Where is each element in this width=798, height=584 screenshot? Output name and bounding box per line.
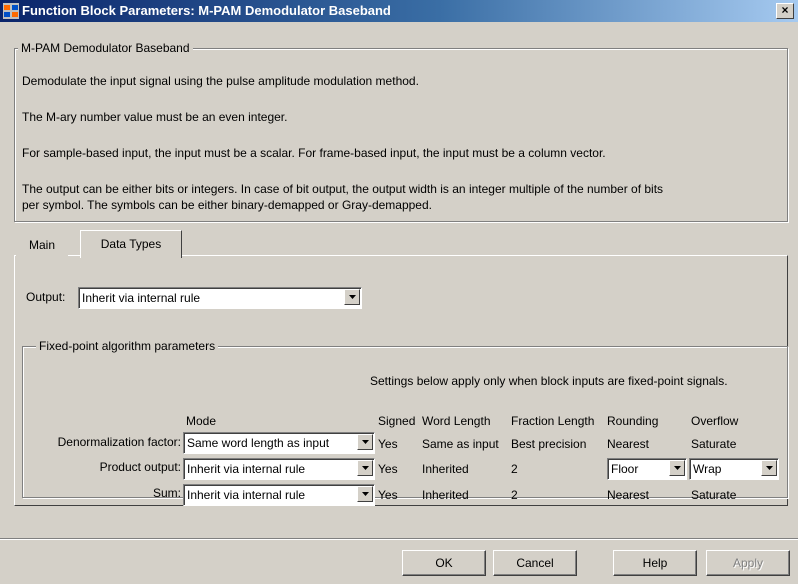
header-overflow: Overflow [691, 414, 739, 428]
header-fraction-length: Fraction Length [511, 414, 595, 428]
title-bar: Function Block Parameters: M-PAM Demodul… [0, 0, 798, 22]
description-line-4a: The output can be either bits or integer… [22, 182, 664, 196]
cancel-button-label: Cancel [516, 556, 554, 570]
product-output-rounding-value: Floor [611, 462, 639, 476]
sum-mode-value: Inherit via internal rule [187, 488, 306, 502]
chevron-down-icon [357, 434, 373, 450]
row-label-sum: Sum: [152, 486, 181, 500]
product-output-rounding-select[interactable]: Floor [607, 458, 687, 480]
ok-button[interactable]: OK [402, 550, 486, 576]
product-output-mode-value: Inherit via internal rule [187, 462, 306, 476]
chevron-down-icon [357, 486, 373, 502]
tab-data-types-label: Data Types [100, 237, 162, 251]
apply-button[interactable]: Apply [706, 550, 790, 576]
denormalization-rounding: Nearest [607, 437, 650, 451]
block-group-title: M-PAM Demodulator Baseband [18, 41, 193, 55]
fixed-point-note: Settings below apply only when block inp… [370, 374, 728, 388]
close-button[interactable]: × [776, 3, 794, 19]
sum-mode-select[interactable]: Inherit via internal rule [183, 484, 375, 506]
chevron-down-icon [761, 460, 777, 476]
product-output-fraction-length: 2 [511, 462, 518, 476]
description-line-1: Demodulate the input signal using the pu… [22, 74, 419, 88]
denormalization-word-length: Same as input [422, 437, 499, 451]
chevron-down-icon [357, 460, 373, 476]
header-signed: Signed [378, 414, 416, 428]
help-button[interactable]: Help [613, 550, 697, 576]
sum-signed: Yes [378, 488, 398, 502]
description-line-4b: per symbol. The symbols can be either bi… [22, 198, 432, 212]
row-label-product-output: Product output: [99, 460, 181, 474]
sum-overflow: Saturate [691, 488, 737, 502]
product-output-overflow-value: Wrap [693, 462, 722, 476]
tab-data-types[interactable]: Data Types [80, 230, 182, 258]
denormalization-signed: Yes [378, 437, 398, 451]
description-line-2: The M-ary number value must be an even i… [22, 110, 288, 124]
output-select[interactable]: Inherit via internal rule [78, 287, 362, 309]
denormalization-mode-value: Same word length as input [187, 436, 330, 450]
output-select-value: Inherit via internal rule [82, 291, 201, 305]
denormalization-mode-select[interactable]: Same word length as input [183, 432, 375, 454]
chevron-down-icon [344, 289, 360, 305]
simulink-block-icon [3, 3, 19, 19]
ok-button-label: OK [435, 556, 453, 570]
sum-word-length: Inherited [422, 488, 469, 502]
denormalization-overflow: Saturate [691, 437, 737, 451]
sum-fraction-length: 2 [511, 488, 518, 502]
window-title: Function Block Parameters: M-PAM Demodul… [22, 3, 391, 18]
chevron-down-icon [669, 460, 685, 476]
product-output-signed: Yes [378, 462, 398, 476]
row-label-denormalization: Denormalization factor: [57, 435, 181, 449]
product-output-mode-select[interactable]: Inherit via internal rule [183, 458, 375, 480]
output-label: Output: [26, 290, 66, 304]
description-line-3: For sample-based input, the input must b… [22, 146, 606, 160]
tab-main-label: Main [28, 238, 55, 252]
denormalization-fraction-length: Best precision [511, 437, 587, 451]
product-output-word-length: Inherited [422, 462, 469, 476]
tab-main[interactable]: Main [16, 234, 68, 256]
close-icon: × [781, 3, 789, 17]
product-output-overflow-select[interactable]: Wrap [689, 458, 779, 480]
sum-rounding: Nearest [607, 488, 650, 502]
help-button-label: Help [642, 556, 668, 570]
fixed-point-group-title: Fixed-point algorithm parameters [36, 339, 219, 353]
cancel-button[interactable]: Cancel [493, 550, 577, 576]
header-rounding: Rounding [607, 414, 659, 428]
header-mode: Mode [186, 414, 217, 428]
apply-button-label: Apply [732, 556, 764, 570]
button-separator [0, 538, 798, 540]
header-word-length: Word Length [422, 414, 491, 428]
